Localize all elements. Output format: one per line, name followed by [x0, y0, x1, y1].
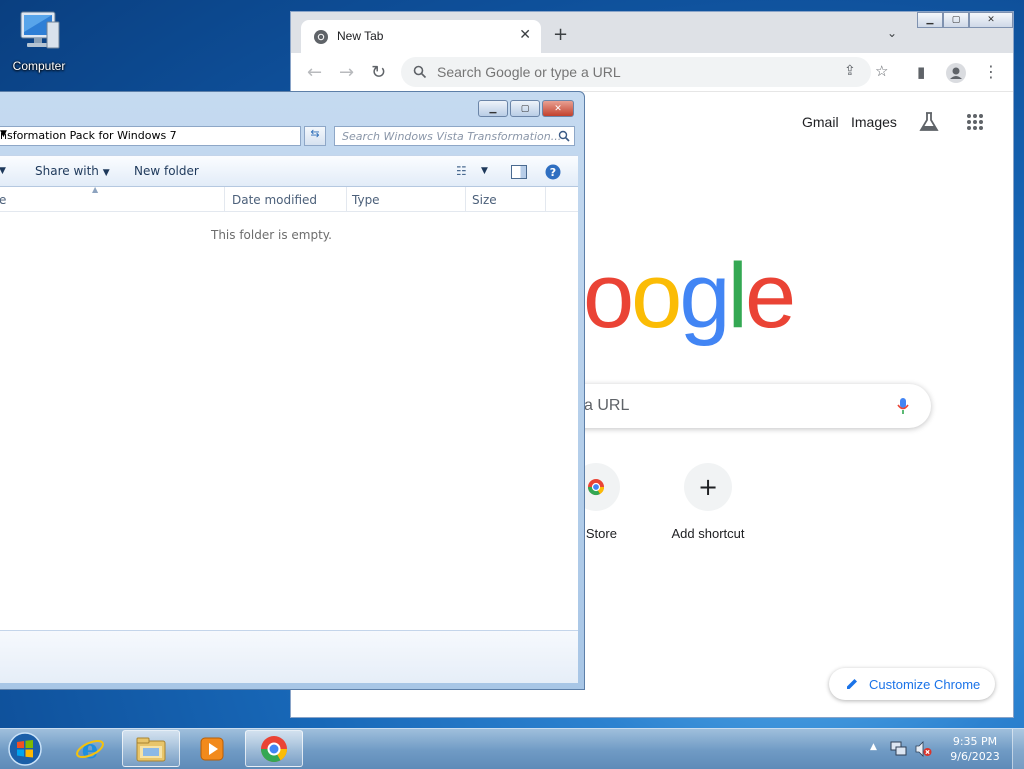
shortcut-label: Add shortcut	[671, 526, 745, 541]
taskbar-internet-explorer[interactable]: e	[61, 730, 119, 767]
windows-explorer-icon	[136, 737, 166, 761]
explorer-search-box[interactable]: Search Windows Vista Transformation...	[334, 126, 575, 146]
view-options-chevron-icon[interactable]: ▼	[481, 166, 488, 176]
column-separator[interactable]	[346, 187, 347, 211]
system-clock[interactable]: 9:35 PM 9/6/2023	[950, 734, 1000, 764]
gmail-link[interactable]: Gmail	[802, 114, 839, 130]
plus-icon: +	[684, 463, 732, 511]
volume-muted-icon[interactable]	[914, 741, 932, 757]
start-button[interactable]	[0, 730, 50, 767]
customize-chrome-button[interactable]: Customize Chrome	[829, 668, 995, 700]
chrome-toolbar: ← → ↻ ⇪ ☆ ▮ ⋮	[291, 53, 1013, 92]
column-header-date-modified[interactable]: Date modified	[232, 193, 317, 207]
address-dropdown-icon[interactable]: ▼	[0, 129, 296, 139]
images-link[interactable]: Images	[851, 114, 897, 130]
new-folder-button[interactable]: New folder	[134, 164, 199, 178]
help-icon[interactable]: ?	[545, 164, 561, 180]
desktop-icon-label: Computer	[12, 59, 66, 73]
internet-explorer-icon: e	[76, 735, 104, 764]
minimize-button[interactable]: ▁	[478, 100, 508, 117]
taskbar-windows-explorer[interactable]	[122, 730, 180, 767]
share-with-label: Share with	[35, 164, 99, 178]
column-headers: e ▲ Date modified Type Size	[0, 185, 578, 212]
network-icon[interactable]	[890, 741, 908, 757]
refresh-icon: ⇆	[310, 127, 320, 140]
explorer-window: ▁ ▢ ✕ nsformation Pack for Windows 7 ▼ ⇆…	[0, 91, 585, 690]
tab-search-chevron-icon[interactable]: ⌄	[887, 26, 897, 40]
back-arrow-icon[interactable]: ←	[307, 62, 322, 83]
svg-text:e: e	[82, 735, 99, 764]
address-bar[interactable]: nsformation Pack for Windows 7 ▼	[0, 126, 301, 146]
tab-title: New Tab	[337, 29, 384, 43]
sort-arrow-icon: ▲	[92, 185, 99, 194]
column-header-name[interactable]: e	[0, 193, 6, 207]
refresh-button[interactable]: ⇆	[304, 126, 326, 146]
computer-icon	[20, 11, 60, 49]
ntp-search-box[interactable]: a URL	[541, 384, 931, 428]
minimize-button[interactable]: ▁	[917, 12, 943, 28]
close-tab-icon[interactable]: ✕	[519, 27, 531, 43]
search-icon	[413, 65, 427, 79]
microphone-icon[interactable]	[897, 397, 909, 415]
column-separator[interactable]	[224, 187, 225, 211]
new-tab-button[interactable]: +	[553, 24, 568, 45]
customize-chrome-label: Customize Chrome	[869, 677, 981, 692]
close-window-button[interactable]: ✕	[542, 100, 574, 117]
share-icon[interactable]: ⇪	[844, 63, 856, 79]
empty-folder-message: This folder is empty.	[211, 228, 332, 242]
show-hidden-icons-icon[interactable]: ▲	[870, 742, 877, 752]
chrome-menu-icon[interactable]: ⋮	[983, 62, 999, 81]
ntp-search-placeholder: a URL	[584, 397, 630, 414]
profile-avatar-icon[interactable]	[946, 63, 966, 83]
share-with-button[interactable]: Share with ▼	[35, 164, 110, 178]
desktop-icon-computer[interactable]: Computer	[8, 8, 70, 73]
file-list[interactable]: e ▲ Date modified Type Size This folder …	[0, 185, 578, 630]
bookmark-star-icon[interactable]: ☆	[875, 62, 888, 80]
column-header-size[interactable]: Size	[472, 193, 497, 207]
omnibox-input[interactable]	[435, 63, 799, 81]
omnibox[interactable]: ⇪ ☆	[401, 57, 888, 87]
svg-text:?: ?	[550, 166, 556, 179]
taskbar: e ▲ 9:35 PM 9/6/2023	[0, 728, 1024, 769]
column-header-type[interactable]: Type	[352, 193, 380, 207]
forward-arrow-icon[interactable]: →	[339, 62, 354, 83]
side-panel-icon[interactable]: ▮	[917, 63, 925, 81]
tab-new-tab[interactable]: New Tab ✕	[301, 20, 541, 53]
maximize-button[interactable]: ▢	[943, 12, 969, 28]
chrome-icon	[260, 735, 288, 762]
google-logo-text: oogle	[583, 245, 796, 347]
chevron-down-icon: ▼	[102, 168, 110, 178]
preview-pane-icon[interactable]	[511, 165, 527, 179]
column-separator[interactable]	[545, 187, 546, 211]
organize-chevron-icon[interactable]: ▼	[0, 166, 6, 176]
window-controls: ▁ ▢ ✕	[917, 12, 1013, 29]
explorer-search-placeholder: Search Windows Vista Transformation...	[342, 130, 562, 143]
labs-flask-icon[interactable]	[918, 111, 940, 133]
details-pane	[0, 630, 578, 683]
shortcut-add[interactable]: + Add shortcut	[658, 463, 758, 541]
clock-time: 9:35 PM	[952, 735, 998, 748]
close-window-button[interactable]: ✕	[969, 12, 1013, 28]
chrome-favicon	[314, 30, 328, 44]
taskbar-windows-media-player[interactable]	[183, 730, 241, 767]
tab-strip: New Tab ✕ + ⌄ ▁ ▢ ✕	[291, 12, 1013, 53]
reload-icon[interactable]: ↻	[371, 62, 386, 83]
show-desktop-button[interactable]	[1012, 729, 1024, 769]
apps-grid-icon[interactable]	[966, 113, 984, 131]
maximize-button[interactable]: ▢	[510, 100, 540, 117]
taskbar-chrome[interactable]	[245, 730, 303, 767]
start-orb-icon	[8, 731, 42, 766]
command-bar: ▼ Share with ▼ New folder ☷ ▼ ?	[0, 155, 578, 187]
pencil-icon	[847, 679, 857, 689]
explorer-window-controls: ▁ ▢ ✕	[476, 100, 574, 117]
search-icon	[558, 130, 570, 142]
column-separator[interactable]	[465, 187, 466, 211]
clock-date: 9/6/2023	[950, 750, 1000, 763]
google-logo: oogle	[583, 250, 796, 342]
change-view-icon[interactable]: ☷	[456, 164, 467, 178]
windows-media-player-icon	[200, 737, 224, 760]
